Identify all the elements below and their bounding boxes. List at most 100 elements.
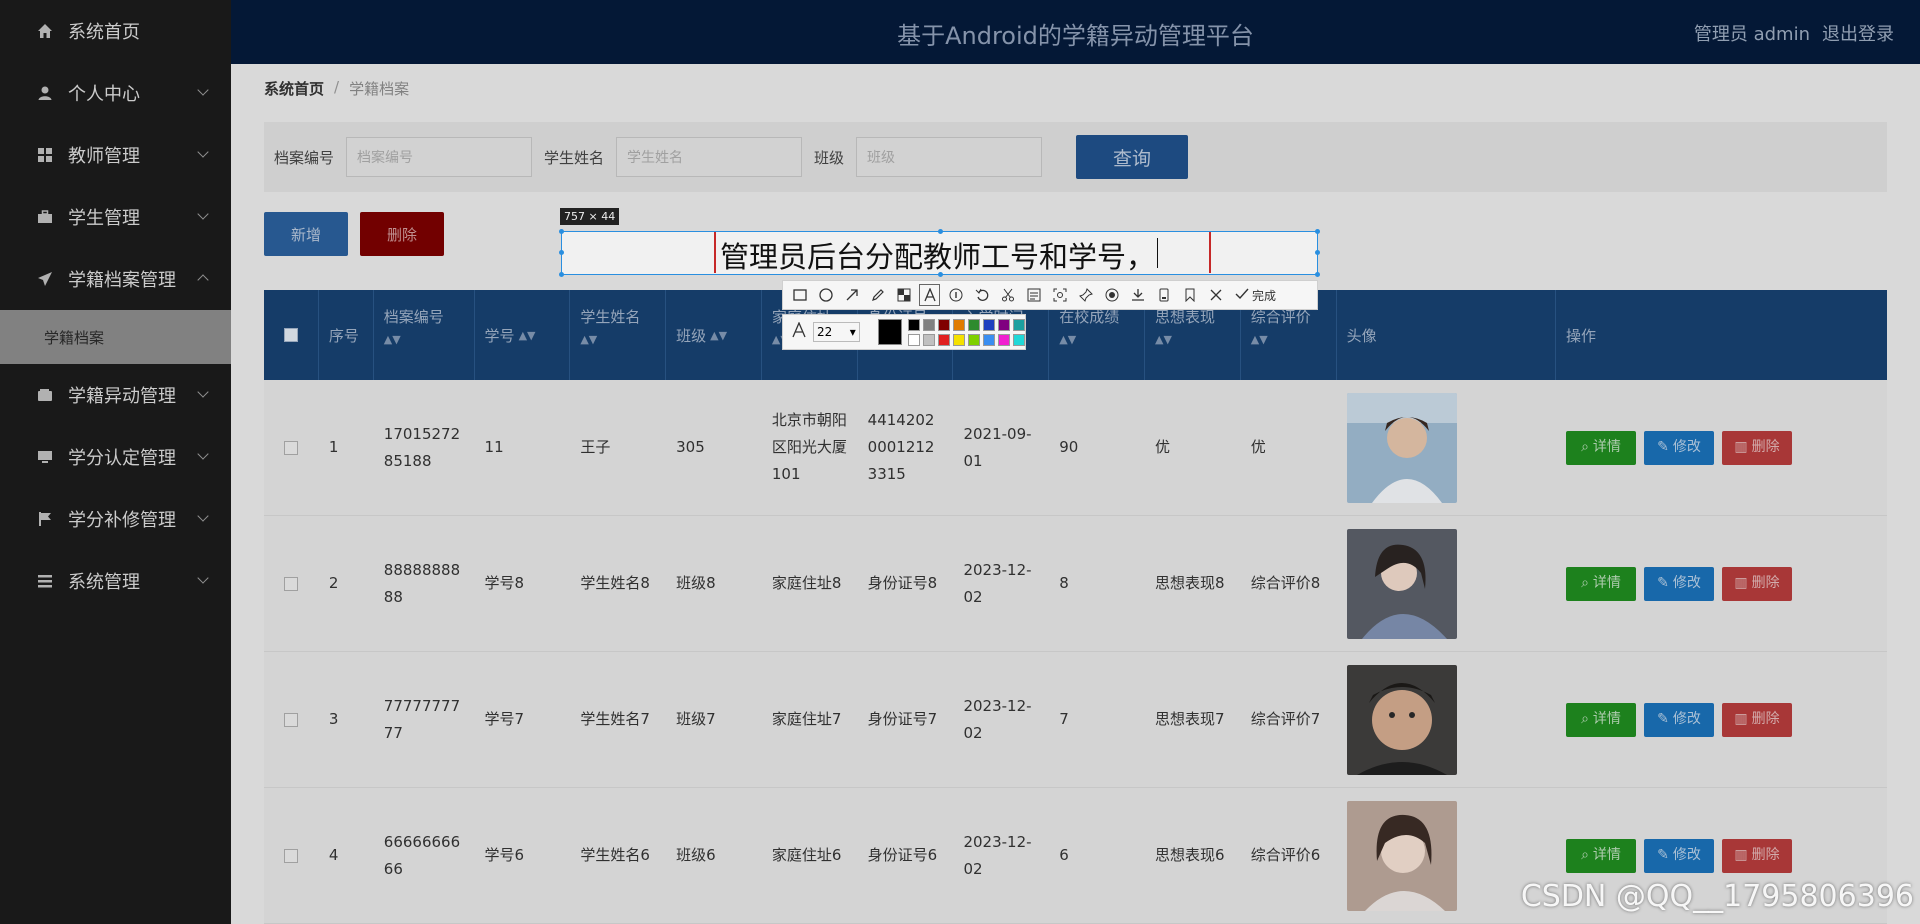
cell-no: 2 [328, 574, 339, 592]
pencil-tool-icon[interactable] [867, 284, 888, 306]
rectangle-tool-icon[interactable] [789, 284, 810, 306]
sort-icon[interactable]: ▲▼ [1059, 333, 1134, 346]
color-swatch[interactable] [968, 333, 980, 346]
capture-selection-box[interactable]: 管理员后台分配教师工号和学号， [559, 229, 1320, 277]
sidebar-item-system[interactable]: 系统管理 [0, 550, 231, 612]
archive-no-input[interactable]: 档案编号 [346, 137, 533, 177]
sort-icon[interactable]: ▲▼ [519, 329, 536, 342]
resize-handle[interactable] [559, 272, 564, 277]
color-swatch[interactable] [998, 333, 1010, 346]
detail-button[interactable]: ⌕ 详情 [1565, 430, 1636, 465]
done-button[interactable]: 完成 [1235, 287, 1276, 304]
sidebar-item-credit-makeup[interactable]: 学分补修管理 [0, 488, 231, 550]
select-all-checkbox[interactable] [283, 328, 298, 342]
sidebar: 系统首页 个人中心 教师管理 学生管理 学籍档案管理 学籍档案 学籍异动管理 学… [0, 0, 231, 924]
student-name-input[interactable]: 学生姓名 [616, 137, 803, 177]
sidebar-item-credit-recognition[interactable]: 学分认定管理 [0, 426, 231, 488]
annotation-text[interactable]: 管理员后台分配教师工号和学号， [720, 234, 1155, 276]
color-swatch[interactable] [923, 318, 935, 331]
edit-button[interactable]: ✎ 修改 [1643, 430, 1714, 465]
sort-icon[interactable]: ▲▼ [1251, 333, 1326, 346]
student-avatar-image[interactable] [1346, 528, 1457, 639]
color-swatch[interactable] [938, 333, 950, 346]
batch-delete-button[interactable]: 删除 [360, 212, 444, 256]
bookmark-icon[interactable] [1179, 284, 1200, 306]
color-swatch[interactable] [1013, 333, 1025, 346]
ellipse-tool-icon[interactable] [815, 284, 836, 306]
row-checkbox[interactable] [284, 712, 299, 727]
edit-button[interactable]: ✎ 修改 [1643, 838, 1714, 873]
query-button[interactable]: 查询 [1076, 135, 1189, 179]
color-swatch[interactable] [908, 333, 920, 346]
close-icon[interactable] [1205, 284, 1226, 306]
arrow-tool-icon[interactable] [841, 284, 862, 306]
font-size-select[interactable]: 22 ▾ [813, 322, 860, 342]
delete-button[interactable]: ▥ 删除 [1721, 838, 1792, 873]
color-swatch[interactable] [938, 318, 950, 331]
color-swatch[interactable] [983, 333, 995, 346]
color-swatch[interactable] [908, 318, 920, 331]
detail-button[interactable]: ⌕ 详情 [1565, 838, 1636, 873]
col-archive-no[interactable]: 档案编号 ▲▼ [374, 290, 475, 380]
resize-handle[interactable] [559, 250, 564, 255]
delete-button[interactable]: ▥ 删除 [1721, 430, 1792, 465]
sidebar-item-archive-management[interactable]: 学籍档案管理 [0, 248, 231, 310]
sidebar-subitem-archive[interactable]: 学籍档案 [0, 310, 231, 364]
phone-icon[interactable] [1153, 284, 1174, 306]
breadcrumb-home[interactable]: 系统首页 [264, 78, 324, 99]
screen-recognize-icon[interactable] [1049, 284, 1070, 306]
edit-button[interactable]: ✎ 修改 [1643, 702, 1714, 737]
detail-button[interactable]: ⌕ 详情 [1565, 702, 1636, 737]
color-swatch[interactable] [923, 333, 935, 346]
class-input[interactable]: 班级 [856, 137, 1043, 177]
sidebar-item-home[interactable]: 系统首页 [0, 0, 231, 62]
sort-icon[interactable]: ▲▼ [710, 329, 727, 342]
row-checkbox[interactable] [284, 440, 299, 455]
color-swatch[interactable] [968, 318, 980, 331]
class-label: 班级 [814, 148, 845, 167]
sidebar-item-status-change[interactable]: 学籍异动管理 [0, 364, 231, 426]
logout-link[interactable]: 退出登录 [1822, 20, 1894, 46]
number-marker-icon[interactable] [945, 284, 966, 306]
student-avatar-image[interactable] [1346, 664, 1457, 775]
color-swatch[interactable] [1013, 318, 1025, 331]
row-checkbox[interactable] [284, 848, 299, 863]
delete-button[interactable]: ▥ 删除 [1721, 702, 1792, 737]
record-icon[interactable] [1101, 284, 1122, 306]
resize-handle[interactable] [1315, 272, 1320, 277]
ocr-icon[interactable] [1023, 284, 1044, 306]
breadcrumb-separator: / [334, 78, 340, 96]
color-swatch[interactable] [998, 318, 1010, 331]
undo-icon[interactable] [971, 284, 992, 306]
col-class[interactable]: 班级 ▲▼ [666, 290, 762, 380]
download-icon[interactable] [1127, 284, 1148, 306]
scissors-icon[interactable] [997, 284, 1018, 306]
sidebar-item-students[interactable]: 学生管理 [0, 186, 231, 248]
student-avatar-image[interactable] [1346, 800, 1457, 911]
sidebar-item-teachers[interactable]: 教师管理 [0, 124, 231, 186]
pin-icon[interactable] [1075, 284, 1096, 306]
delete-label: 删除 [1751, 711, 1780, 727]
col-student-no[interactable]: 学号 ▲▼ [475, 290, 571, 380]
resize-handle[interactable] [1315, 250, 1320, 255]
sort-icon[interactable]: ▲▼ [384, 333, 464, 346]
resize-handle[interactable] [1315, 229, 1320, 234]
color-swatch[interactable] [953, 333, 965, 346]
paper-plane-icon [36, 270, 54, 288]
sidebar-item-profile[interactable]: 个人中心 [0, 62, 231, 124]
color-swatch[interactable] [983, 318, 995, 331]
student-avatar-image[interactable] [1346, 392, 1457, 503]
mosaic-tool-icon[interactable] [893, 284, 914, 306]
delete-button[interactable]: ▥ 删除 [1721, 566, 1792, 601]
resize-handle[interactable] [559, 229, 564, 234]
detail-button[interactable]: ⌕ 详情 [1565, 566, 1636, 601]
color-swatch[interactable] [953, 318, 965, 331]
current-color-swatch[interactable] [877, 319, 902, 345]
row-checkbox[interactable] [284, 576, 299, 591]
sort-icon[interactable]: ▲▼ [580, 333, 655, 346]
text-tool-icon[interactable] [919, 284, 940, 306]
edit-button[interactable]: ✎ 修改 [1643, 566, 1714, 601]
col-name[interactable]: 学生姓名 ▲▼ [570, 290, 667, 380]
add-button[interactable]: 新增 [264, 212, 348, 256]
sort-icon[interactable]: ▲▼ [1155, 333, 1230, 346]
